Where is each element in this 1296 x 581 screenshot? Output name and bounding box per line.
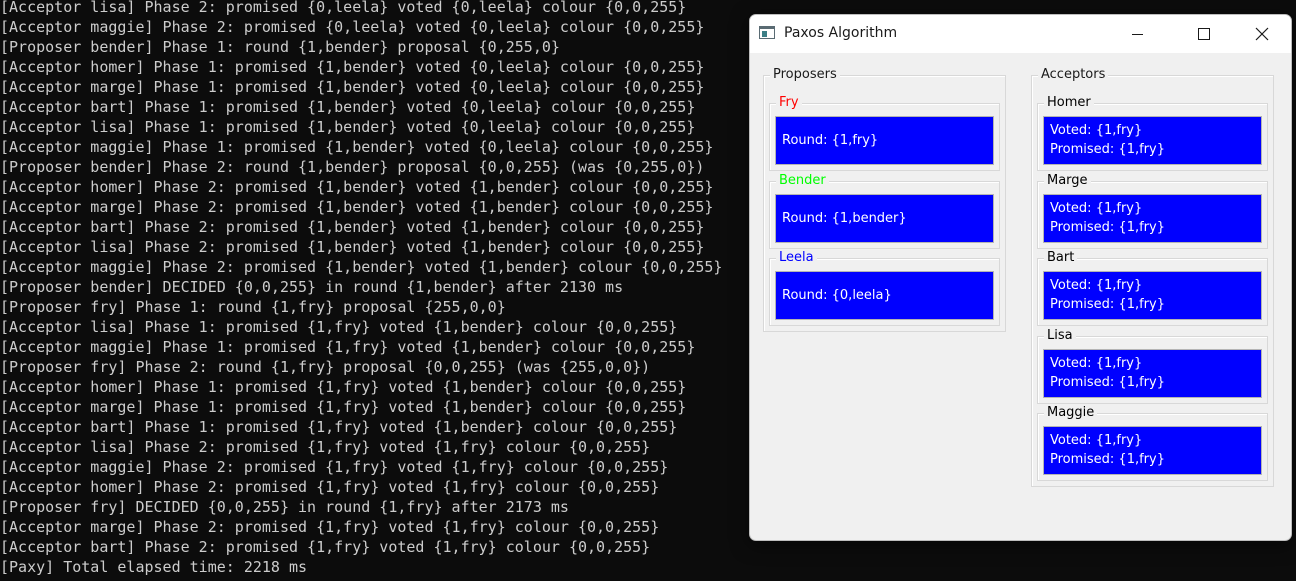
paxos-window: Paxos Algorithm Proposers Fry Round: {1,… [749, 14, 1292, 541]
terminal-line: [Paxy] Total elapsed time: 2218 ms [0, 558, 308, 576]
acceptor-state-maggie: Voted: {1,fry} Promised: {1,fry} [1043, 426, 1262, 475]
terminal-line: [Acceptor bart] Phase 2: promised {1,ben… [0, 218, 705, 236]
proposer-round-fry: Round: {1,fry} [782, 133, 879, 148]
terminal-line: [Acceptor marge] Phase 2: promised {1,be… [0, 198, 714, 216]
terminal-line: [Proposer bender] Phase 1: round {1,bend… [0, 38, 560, 56]
terminal-line: [Acceptor maggie] Phase 1: promised {1,f… [0, 338, 696, 356]
close-button[interactable] [1233, 15, 1291, 53]
acceptor-promised-lisa: Promised: {1,fry} [1050, 375, 1165, 390]
acceptor-panel-homer: Homer Voted: {1,fry} Promised: {1,fry} [1037, 95, 1268, 171]
acceptor-voted-marge: Voted: {1,fry} [1050, 201, 1143, 216]
maximize-button[interactable] [1174, 15, 1232, 53]
terminal-line: [Proposer fry] Phase 1: round {1,fry} pr… [0, 298, 506, 316]
acceptor-panel-maggie: Maggie Voted: {1,fry} Promised: {1,fry} [1037, 405, 1268, 481]
proposer-round-bender: Round: {1,bender} [782, 211, 907, 226]
terminal-line: [Acceptor maggie] Phase 2: promised {0,l… [0, 18, 705, 36]
proposer-name-fry: Fry [776, 95, 802, 111]
acceptors-group-title: Acceptors [1038, 67, 1109, 83]
terminal-line: [Acceptor lisa] Phase 2: promised {0,lee… [0, 0, 687, 16]
terminal-line: [Acceptor marge] Phase 1: promised {1,be… [0, 78, 705, 96]
proposer-name-leela: Leela [776, 250, 817, 266]
acceptor-name-lisa: Lisa [1044, 328, 1076, 344]
acceptor-state-homer: Voted: {1,fry} Promised: {1,fry} [1043, 116, 1262, 165]
acceptor-panel-lisa: Lisa Voted: {1,fry} Promised: {1,fry} [1037, 328, 1268, 404]
terminal-line: [Acceptor bart] Phase 1: promised {1,ben… [0, 98, 696, 116]
proposer-state-bender: Round: {1,bender} [775, 194, 994, 243]
acceptor-state-lisa: Voted: {1,fry} Promised: {1,fry} [1043, 349, 1262, 398]
acceptor-voted-maggie: Voted: {1,fry} [1050, 433, 1143, 448]
acceptor-voted-bart: Voted: {1,fry} [1050, 278, 1143, 293]
terminal-line: [Acceptor bart] Phase 2: promised {1,fry… [0, 538, 651, 556]
terminal-line: [Acceptor lisa] Phase 1: promised {1,ben… [0, 118, 696, 136]
acceptor-state-bart: Voted: {1,fry} Promised: {1,fry} [1043, 271, 1262, 320]
proposer-round-leela: Round: {0,leela} [782, 288, 892, 303]
acceptor-voted-lisa: Voted: {1,fry} [1050, 356, 1143, 371]
terminal-line: [Acceptor lisa] Phase 2: promised {1,fry… [0, 438, 651, 456]
acceptor-name-homer: Homer [1044, 95, 1094, 111]
acceptor-voted-homer: Voted: {1,fry} [1050, 123, 1143, 138]
acceptor-promised-marge: Promised: {1,fry} [1050, 220, 1165, 235]
terminal-line: [Acceptor homer] Phase 2: promised {1,be… [0, 178, 714, 196]
proposer-state-leela: Round: {0,leela} [775, 271, 994, 320]
terminal-line: [Acceptor marge] Phase 1: promised {1,fr… [0, 398, 687, 416]
proposer-panel-fry: Fry Round: {1,fry} [769, 95, 1000, 171]
proposers-group-title: Proposers [770, 67, 840, 83]
acceptor-promised-maggie: Promised: {1,fry} [1050, 452, 1165, 467]
terminal-line: [Acceptor homer] Phase 1: promised {1,fr… [0, 378, 687, 396]
terminal-line: [Proposer bender] Phase 2: round {1,bend… [0, 158, 705, 176]
terminal-line: [Acceptor lisa] Phase 1: promised {1,fry… [0, 318, 678, 336]
terminal-line: [Acceptor homer] Phase 1: promised {1,be… [0, 58, 705, 76]
acceptor-name-bart: Bart [1044, 250, 1078, 266]
terminal-line: [Acceptor homer] Phase 2: promised {1,fr… [0, 478, 660, 496]
proposer-panel-bender: Bender Round: {1,bender} [769, 173, 1000, 249]
minimize-icon [1132, 34, 1143, 35]
proposer-state-fry: Round: {1,fry} [775, 116, 994, 165]
terminal-line: [Acceptor maggie] Phase 1: promised {1,b… [0, 138, 714, 156]
acceptor-panel-marge: Marge Voted: {1,fry} Promised: {1,fry} [1037, 173, 1268, 249]
proposer-name-bender: Bender [776, 173, 829, 189]
title-bar[interactable]: Paxos Algorithm [750, 15, 1291, 53]
acceptor-panel-bart: Bart Voted: {1,fry} Promised: {1,fry} [1037, 250, 1268, 326]
acceptor-promised-bart: Promised: {1,fry} [1050, 297, 1165, 312]
window-title: Paxos Algorithm [784, 25, 898, 41]
maximize-icon [1198, 28, 1210, 40]
terminal-line: [Proposer bender] DECIDED {0,0,255} in r… [0, 278, 624, 296]
proposers-group: Proposers Fry Round: {1,fry} Bender Roun… [763, 67, 1006, 332]
acceptor-name-maggie: Maggie [1044, 405, 1098, 421]
proposer-panel-leela: Leela Round: {0,leela} [769, 250, 1000, 326]
terminal-line: [Acceptor maggie] Phase 2: promised {1,f… [0, 458, 669, 476]
terminal-line: [Acceptor maggie] Phase 2: promised {1,b… [0, 258, 723, 276]
terminal-line: [Acceptor marge] Phase 2: promised {1,fr… [0, 518, 660, 536]
close-icon [1255, 27, 1269, 41]
acceptor-name-marge: Marge [1044, 173, 1091, 189]
terminal-line: [Proposer fry] DECIDED {0,0,255} in roun… [0, 498, 569, 516]
minimize-button[interactable] [1108, 15, 1166, 53]
terminal-line: [Acceptor lisa] Phase 2: promised {1,ben… [0, 238, 705, 256]
app-window-icon [759, 26, 775, 39]
acceptor-promised-homer: Promised: {1,fry} [1050, 142, 1165, 157]
acceptor-state-marge: Voted: {1,fry} Promised: {1,fry} [1043, 194, 1262, 243]
acceptors-group: Acceptors Homer Voted: {1,fry} Promised:… [1031, 67, 1274, 487]
terminal-line: [Proposer fry] Phase 2: round {1,fry} pr… [0, 358, 651, 376]
terminal-line: [Acceptor bart] Phase 1: promised {1,fry… [0, 418, 678, 436]
